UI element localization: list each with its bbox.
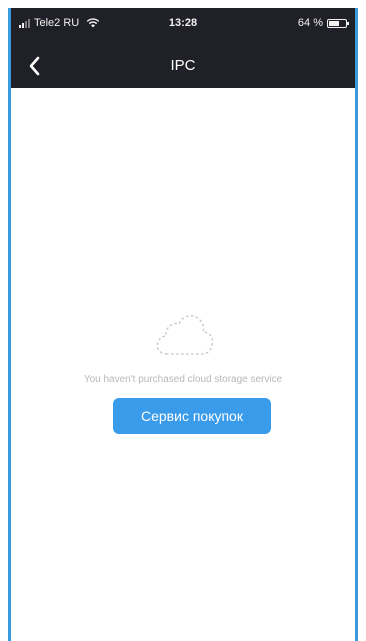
app-screen: Tele2 RU 13:28 64 % IPC You haven't purc… <box>8 8 358 641</box>
cloud-storage-content: You haven't purchased cloud storage serv… <box>11 88 355 641</box>
battery-icon <box>327 18 349 28</box>
status-right: 64 % <box>297 17 349 29</box>
battery-level-fill <box>329 20 340 26</box>
status-bar: Tele2 RU 13:28 64 % <box>11 8 355 40</box>
back-button[interactable] <box>23 52 49 80</box>
purchase-service-button[interactable]: Сервис покупок <box>113 398 271 434</box>
page-title: IPC <box>170 57 196 74</box>
cloud-icon <box>156 315 214 355</box>
chevron-left-icon <box>29 56 40 76</box>
empty-state-message: You haven't purchased cloud storage serv… <box>83 374 283 385</box>
navigation-bar: IPC <box>11 46 355 86</box>
battery-percentage: 64 % <box>297 17 323 29</box>
top-bar: Tele2 RU 13:28 64 % IPC <box>11 8 355 88</box>
